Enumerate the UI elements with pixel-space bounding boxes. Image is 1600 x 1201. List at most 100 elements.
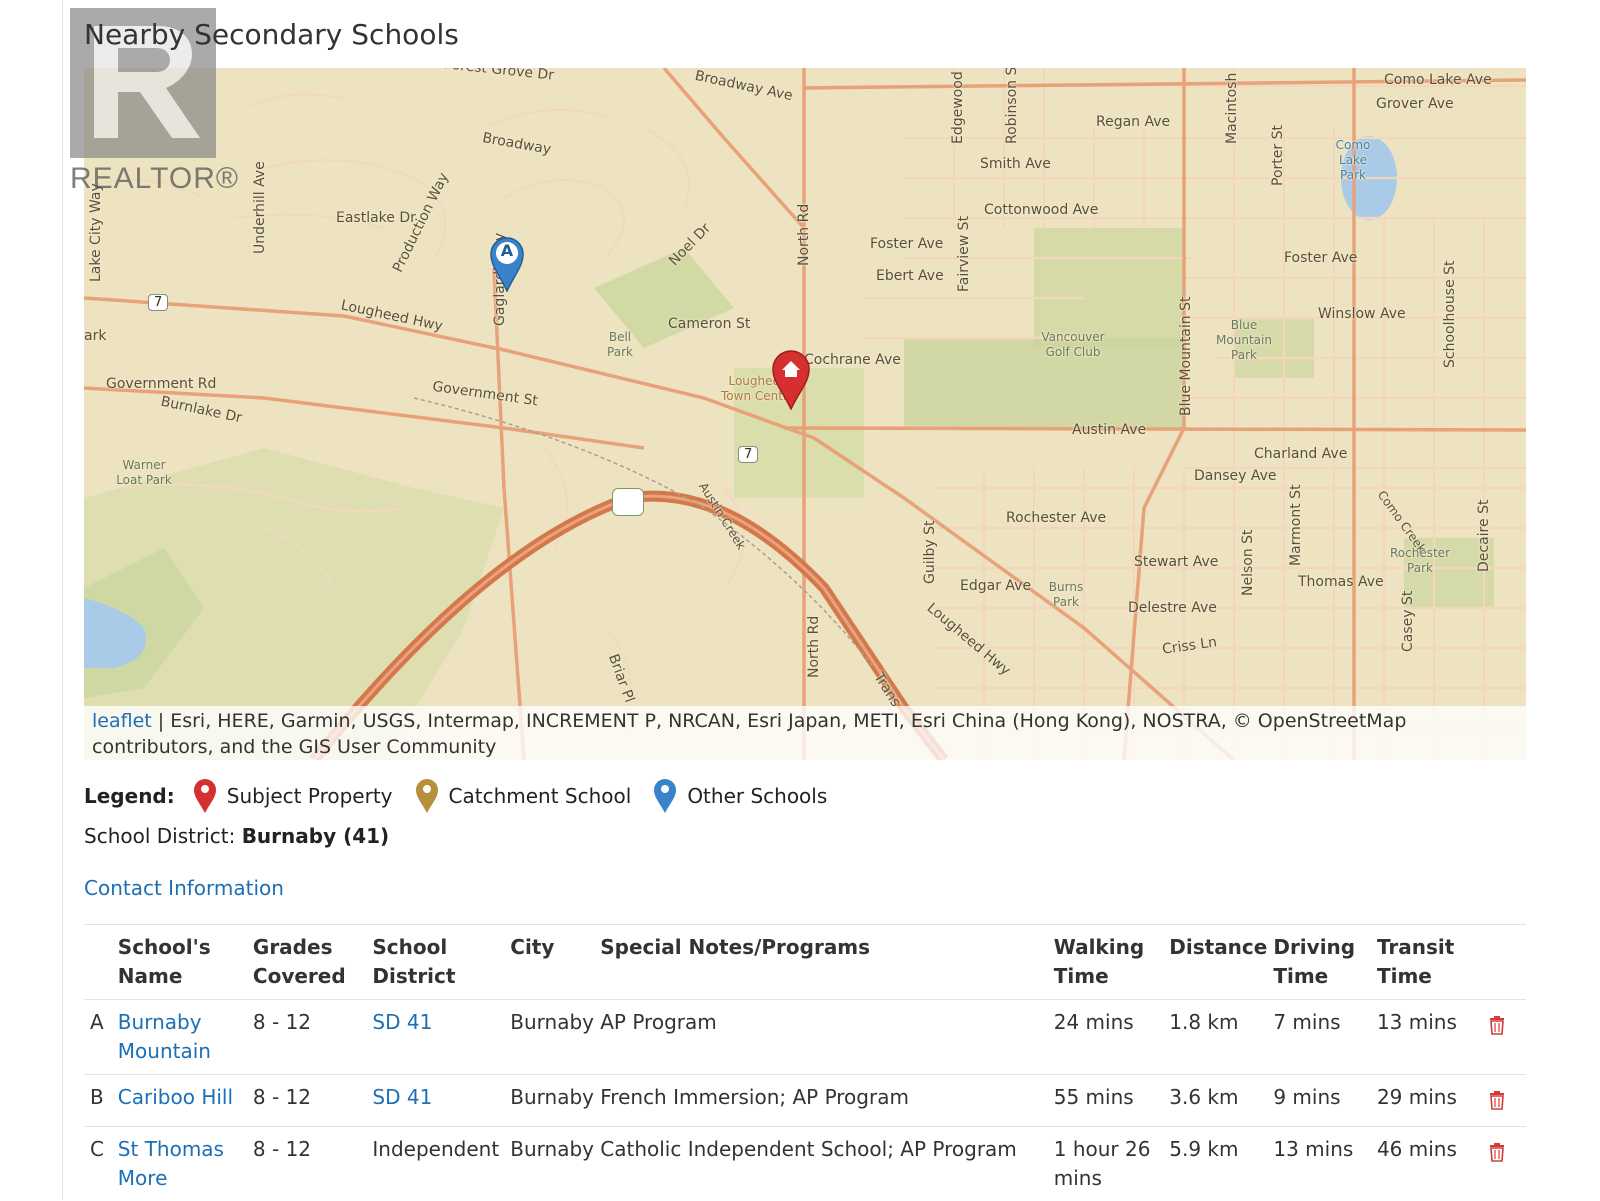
notes-cell: AP Program — [600, 1000, 1053, 1075]
map-park-label: Warner Loat Park — [114, 458, 174, 488]
map-street-label: Cochrane Ave — [804, 352, 901, 368]
map-park-label: Blue Mountain Park — [1204, 318, 1284, 363]
row-letter: C — [84, 1127, 118, 1201]
map-street-label: Robinson St — [1004, 68, 1020, 144]
transit-time-cell: 29 mins — [1377, 1075, 1488, 1127]
driving-time-cell: 9 mins — [1273, 1075, 1377, 1127]
map-street-label: Delestre Ave — [1128, 600, 1217, 616]
map-street-label: Edgar Ave — [960, 578, 1031, 594]
map-street-label: Cottonwood Ave — [984, 202, 1098, 218]
school-map[interactable]: 7 7 Forest Grove Dr Broadway Ave Broadwa… — [84, 68, 1526, 760]
schools-table: School's Name Grades Covered School Dist… — [84, 924, 1526, 1201]
table-row: C St Thomas More 8 - 12 Independent Burn… — [84, 1127, 1526, 1201]
column-header: Transit Time — [1377, 925, 1488, 1000]
marker-label: A — [490, 241, 524, 260]
legend-item-catchment-school: Catchment School — [415, 778, 632, 814]
driving-time-cell: 7 mins — [1273, 1000, 1377, 1075]
column-header: Walking Time — [1054, 925, 1170, 1000]
district-value: Burnaby (41) — [242, 824, 390, 848]
page-title: Nearby Secondary Schools — [84, 18, 459, 51]
map-park-label: Bell Park — [600, 330, 640, 360]
distance-cell: 3.6 km — [1169, 1075, 1273, 1127]
column-header: Distance — [1169, 925, 1273, 1000]
contact-information-link[interactable]: Contact Information — [84, 876, 284, 900]
map-street-label: Rochester Ave — [1006, 510, 1106, 526]
row-letter: B — [84, 1075, 118, 1127]
table-row: B Cariboo Hill 8 - 12 SD 41 Burnaby Fren… — [84, 1075, 1526, 1127]
leaflet-link[interactable]: leaflet — [92, 710, 152, 732]
map-street-label: Blue Mountain St — [1178, 297, 1194, 416]
map-street-label: Government Rd — [106, 376, 216, 392]
legend-item-label: Other Schools — [687, 784, 827, 808]
map-street-label: North Rd — [796, 204, 812, 266]
map-pin-icon — [653, 778, 677, 814]
delete-button[interactable] — [1488, 1089, 1506, 1118]
map-street-label: Foster Ave — [870, 236, 943, 252]
map-park-label: Como Lake Park — [1330, 138, 1376, 183]
map-street-label: Edgewood St — [950, 68, 966, 144]
map-street-label: Nelson St — [1240, 529, 1256, 596]
map-street-label: Austin Ave — [1072, 422, 1146, 438]
driving-time-cell: 13 mins — [1273, 1127, 1377, 1201]
grades-cell: 8 - 12 — [253, 1075, 372, 1127]
distance-cell: 5.9 km — [1169, 1127, 1273, 1201]
notes-cell: Catholic Independent School; AP Program — [600, 1127, 1053, 1201]
column-header-actions — [1488, 925, 1526, 1000]
school-name-link[interactable]: Cariboo Hill — [118, 1085, 233, 1109]
map-street-label: Ebert Ave — [876, 268, 944, 284]
district-prefix: School District: — [84, 824, 242, 848]
legend-item-other-schools: Other Schools — [653, 778, 827, 814]
map-street-label: Winslow Ave — [1318, 306, 1406, 322]
table-row: A Burnaby Mountain 8 - 12 SD 41 Burnaby … — [84, 1000, 1526, 1075]
column-header: City — [510, 925, 600, 1000]
map-street-label: Macintosh — [1224, 73, 1240, 144]
school-district-link[interactable]: SD 41 — [372, 1085, 432, 1109]
map-street-label: Porter St — [1270, 125, 1286, 186]
map-pin-icon — [193, 778, 217, 814]
school-district-cell: Independent — [372, 1127, 510, 1201]
map-street-label: Guilby St — [922, 521, 938, 585]
transit-time-cell: 13 mins — [1377, 1000, 1488, 1075]
map-street-label: Lake City Way — [88, 183, 104, 282]
walking-time-cell: 1 hour 26 mins — [1054, 1127, 1170, 1201]
table-header-row: School's Name Grades Covered School Dist… — [84, 925, 1526, 1000]
map-street-label: Fairview St — [956, 216, 972, 292]
notes-cell: French Immersion; AP Program — [600, 1075, 1053, 1127]
grades-cell: 8 - 12 — [253, 1127, 372, 1201]
map-park-label: Burns Park — [1036, 580, 1096, 610]
map-street-label: North Rd — [806, 616, 822, 678]
distance-cell: 1.8 km — [1169, 1000, 1273, 1075]
legend-item-subject-property: Subject Property — [193, 778, 393, 814]
column-header: Grades Covered — [253, 925, 372, 1000]
map-street-label: Foster Ave — [1284, 250, 1357, 266]
map-park-label: Vancouver Golf Club — [1028, 330, 1118, 360]
trash-icon — [1488, 1142, 1506, 1162]
map-street-label: Marmont St — [1288, 484, 1304, 566]
map-base-layer — [84, 68, 1526, 760]
map-street-label: Underhill Ave — [252, 161, 268, 254]
school-district-link[interactable]: SD 41 — [372, 1010, 432, 1034]
school-name-link[interactable]: Burnaby Mountain — [118, 1010, 211, 1063]
map-street-label: Regan Ave — [1096, 114, 1170, 130]
page-left-border — [62, 0, 63, 1200]
map-pin-icon — [415, 778, 439, 814]
city-cell: Burnaby — [510, 1127, 600, 1201]
map-park-label: Rochester Park — [1378, 546, 1462, 576]
legend-item-label: Subject Property — [227, 784, 393, 808]
walking-time-cell: 55 mins — [1054, 1075, 1170, 1127]
map-street-label: Cameron St — [668, 316, 750, 332]
map-attribution: leaflet | Esri, HERE, Garmin, USGS, Inte… — [84, 706, 1526, 760]
trans-canada-shield-icon — [612, 488, 644, 516]
delete-button[interactable] — [1488, 1014, 1506, 1043]
school-name-link[interactable]: St Thomas More — [118, 1137, 224, 1190]
trash-icon — [1488, 1090, 1506, 1110]
map-street-label: Smith Ave — [980, 156, 1051, 172]
row-letter: A — [84, 1000, 118, 1075]
grades-cell: 8 - 12 — [253, 1000, 372, 1075]
delete-button[interactable] — [1488, 1141, 1506, 1170]
transit-time-cell: 46 mins — [1377, 1127, 1488, 1201]
school-district-line: School District: Burnaby (41) — [84, 824, 389, 848]
map-street-label: Como Lake Ave — [1384, 72, 1492, 88]
map-street-label: Thomas Ave — [1298, 574, 1384, 590]
route-shield: 7 — [738, 446, 758, 463]
